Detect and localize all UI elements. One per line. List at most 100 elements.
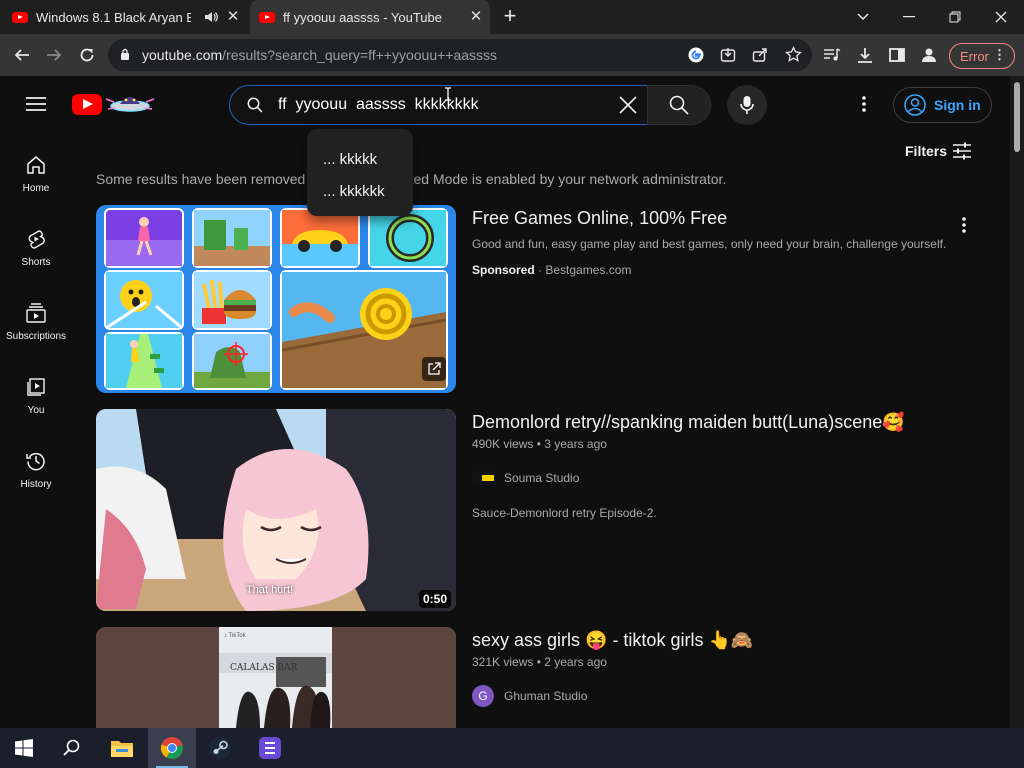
channel-link[interactable]: Souma Studio [472, 471, 579, 485]
reload-icon[interactable] [75, 43, 99, 67]
advertiser-name[interactable]: Bestgames.com [545, 263, 631, 277]
sidebar-item-subscriptions[interactable]: Subscriptions [0, 303, 72, 342]
doodle-spaceship-icon[interactable] [104, 91, 156, 122]
error-label: Error [960, 48, 989, 64]
upload-age: 3 years ago [544, 437, 607, 451]
channel-avatar [472, 471, 496, 485]
windows-start-icon[interactable] [0, 728, 48, 768]
lock-icon[interactable] [120, 48, 130, 66]
sponsored-badge: Sponsored [472, 263, 535, 277]
close-tab-icon[interactable]: ✕ [225, 9, 241, 25]
address-bar[interactable]: youtube.com/results?search_query=ff++yyo… [108, 39, 812, 71]
close-window-button[interactable] [978, 0, 1024, 34]
file-explorer-icon[interactable] [98, 728, 146, 768]
ad-thumbnail[interactable] [96, 205, 456, 393]
account-circle-icon [904, 94, 926, 119]
text-cursor-icon [444, 87, 452, 101]
open-external-icon[interactable] [422, 357, 446, 381]
channel-name: Ghuman Studio [504, 689, 588, 703]
google-lens-icon[interactable] [688, 47, 704, 68]
back-arrow-icon[interactable] [10, 43, 34, 67]
thumb-overlay-text: CALALAS BAR [230, 663, 298, 673]
shorts-icon [28, 230, 45, 249]
close-tab-icon[interactable]: ✕ [468, 9, 484, 25]
voice-search-button[interactable] [727, 85, 767, 125]
video-meta: 321K views • 2 years ago [472, 655, 607, 669]
speaker-icon[interactable] [204, 10, 218, 27]
side-panel-icon[interactable] [885, 43, 909, 67]
game-thumb-blocks [192, 208, 272, 268]
downloads-icon[interactable] [853, 43, 877, 67]
channel-link[interactable]: G Ghuman Studio [472, 685, 587, 707]
game-thumb-emoji [104, 270, 184, 330]
sidebar-item-you[interactable]: You [0, 377, 72, 416]
ad-more-options-icon[interactable] [960, 216, 968, 239]
settings-more-icon[interactable] [860, 95, 868, 118]
view-count: 490K views [472, 437, 534, 451]
duration-badge: 0:50 [419, 590, 452, 608]
browser-tab-strip: Windows 8.1 Black Aryan Edi ✕ ff yyoouu … [0, 0, 1024, 34]
home-icon [27, 156, 45, 174]
restore-button[interactable] [932, 0, 978, 34]
search-input[interactable]: ff yyoouu aassss kkkkkkkk [229, 85, 648, 125]
video-title[interactable]: sexy ass girls 😝 - tiktok girls 👆🙈 [472, 630, 753, 651]
game-thumb-dino [192, 332, 272, 390]
clear-search-icon[interactable] [619, 96, 637, 119]
url-text: youtube.com/results?search_query=ff++yyo… [142, 47, 498, 63]
sidebar-label: Home [22, 183, 50, 194]
channel-avatar: G [472, 685, 494, 707]
steam-icon[interactable] [196, 728, 244, 768]
browser-tab-windows[interactable]: Windows 8.1 Black Aryan Edi ✕ [12, 0, 247, 34]
install-app-icon[interactable] [720, 47, 736, 68]
game-thumb-car [280, 208, 360, 268]
search-icon [247, 97, 263, 118]
game-thumb-burger [192, 270, 272, 330]
search-icon [669, 95, 689, 115]
youtube-logo[interactable] [72, 94, 102, 115]
video-thumbnail[interactable]: ♪ TikTok CALALAS BAR [96, 627, 456, 728]
sidebar-label: Shorts [21, 257, 51, 268]
error-menu-button[interactable]: Error ⋮ [949, 43, 1015, 69]
ad-title[interactable]: Free Games Online, 100% Free [472, 208, 727, 229]
browser-toolbar: youtube.com/results?search_query=ff++yyo… [0, 34, 1024, 76]
sidebar-label: History [20, 479, 52, 490]
game-thumb-money-run [104, 332, 184, 390]
scrollbar-thumb[interactable] [1014, 82, 1020, 152]
chrome-icon[interactable] [148, 728, 196, 768]
game-thumb-ring [368, 208, 448, 268]
media-control-icon[interactable] [820, 43, 844, 67]
upload-age: 2 years ago [544, 655, 607, 669]
sign-in-button[interactable]: Sign in [893, 87, 992, 123]
share-icon[interactable] [752, 47, 768, 68]
sidebar-item-shorts[interactable]: Shorts [0, 229, 72, 268]
sidebar-item-history[interactable]: History [0, 451, 72, 490]
video-title[interactable]: Demonlord retry//spanking maiden butt(Lu… [472, 412, 905, 433]
page-scrollbar[interactable] [1010, 76, 1024, 728]
sidebar-item-home[interactable]: Home [0, 155, 72, 194]
ad-sponsor-line: Sponsored · Bestgames.com [472, 263, 632, 277]
video-thumbnail[interactable]: That hurt! 0:50 [96, 409, 456, 611]
filters-button[interactable]: Filters [905, 142, 971, 160]
app-purple-icon[interactable] [246, 728, 294, 768]
minimize-button[interactable] [886, 0, 932, 34]
search-button[interactable] [647, 85, 711, 125]
history-icon [26, 452, 45, 471]
suggestion-item[interactable]: ... kkkkkk [323, 183, 385, 200]
subtitle-caption: That hurt! [246, 584, 294, 596]
new-tab-button[interactable]: + [499, 5, 521, 29]
suggestion-item[interactable]: ... kkkkk [323, 151, 377, 168]
bookmark-star-icon[interactable] [785, 45, 802, 68]
tab-search-icon[interactable] [840, 0, 886, 34]
forward-arrow-icon[interactable] [42, 43, 66, 67]
tab-title: Windows 8.1 Black Aryan Edi [36, 9, 191, 25]
filters-label: Filters [905, 143, 948, 159]
taskbar-search-icon[interactable] [48, 728, 96, 768]
hamburger-menu-icon[interactable] [26, 96, 46, 117]
more-vert-icon: ⋮ [993, 47, 1006, 62]
profile-icon[interactable] [917, 43, 941, 67]
video-meta: 490K views • 3 years ago [472, 437, 607, 451]
browser-tab-youtube[interactable]: ff yyoouu aassss - YouTube ✕ [250, 0, 490, 34]
microphone-icon [740, 96, 754, 114]
sidebar-label: You [27, 405, 45, 416]
search-suggestions-dropdown: ... kkkkk ... kkkkkk [307, 129, 413, 216]
